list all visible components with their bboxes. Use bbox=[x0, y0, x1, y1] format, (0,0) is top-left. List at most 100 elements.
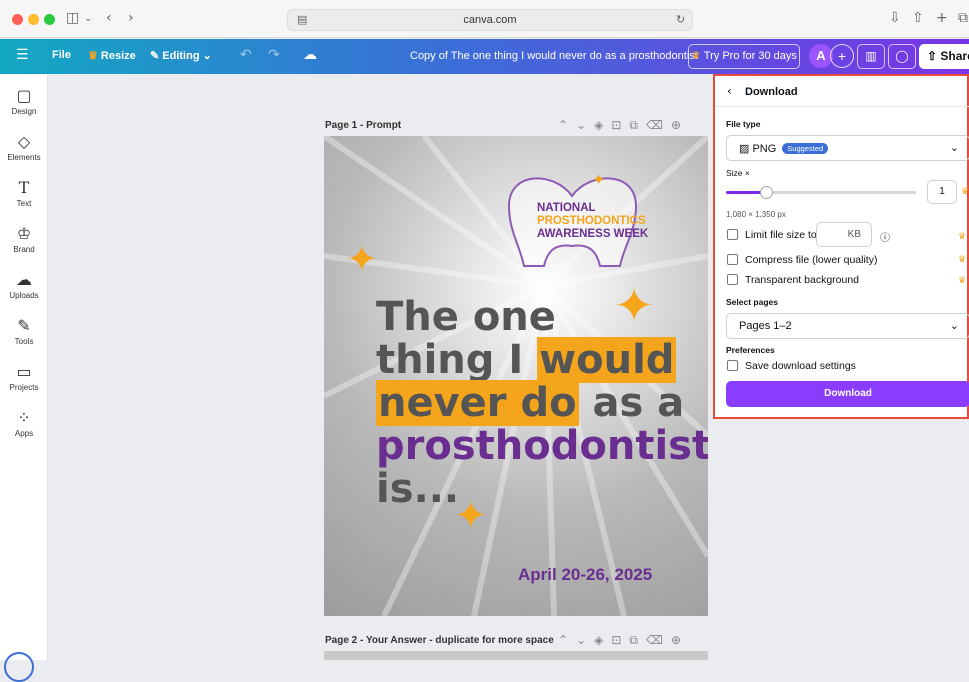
shapes-icon: ◇ bbox=[17, 132, 31, 151]
headline-line-3b: as a bbox=[578, 380, 685, 426]
forward-arrow-icon[interactable]: › bbox=[128, 10, 134, 26]
downloads-icon[interactable]: ⇩ bbox=[889, 10, 901, 26]
file-type-value: PNG bbox=[752, 143, 777, 155]
compress-option[interactable]: Compress file (lower quality) bbox=[727, 254, 877, 266]
maximize-window-button[interactable] bbox=[44, 14, 55, 25]
cloud-saved-icon[interactable]: ☁ bbox=[303, 47, 317, 63]
editing-label: Editing bbox=[162, 50, 200, 62]
undo-icon[interactable]: ↶ bbox=[240, 47, 252, 63]
chevron-down-icon[interactable]: ⌄ bbox=[84, 13, 92, 24]
chevron-up-icon[interactable]: ⌃ bbox=[558, 118, 576, 132]
transparent-background-option[interactable]: Transparent background bbox=[727, 274, 859, 286]
try-pro-label: Try Pro for 30 days bbox=[703, 50, 797, 62]
size-slider[interactable] bbox=[726, 186, 916, 199]
pen-icon: ✎ bbox=[17, 316, 31, 335]
hide-page-icon[interactable]: ◈ bbox=[594, 633, 611, 647]
sidebar-item-elements[interactable]: ◇ Elements bbox=[0, 132, 48, 162]
page-title: Page 1 - Prompt bbox=[325, 120, 402, 131]
lock-icon[interactable]: ⊡ bbox=[611, 118, 629, 132]
resize-button[interactable]: ♛ Resize bbox=[88, 49, 136, 62]
comment-icon[interactable]: ◯ bbox=[888, 44, 916, 69]
try-pro-button[interactable]: ♛ Try Pro for 30 days bbox=[688, 44, 800, 69]
sidebar-label: Brand bbox=[13, 245, 35, 254]
duplicate-icon[interactable]: ⧉ bbox=[629, 118, 646, 132]
file-menu[interactable]: File bbox=[52, 49, 71, 61]
sidebar-item-apps[interactable]: ⁘ Apps bbox=[0, 408, 48, 438]
address-bar[interactable]: ▤ canva.com ↻ bbox=[287, 9, 693, 31]
add-collaborator-button[interactable]: + bbox=[830, 44, 854, 68]
editing-mode-button[interactable]: ✎ Editing ⌄ bbox=[150, 49, 212, 62]
sidebar-label: Projects bbox=[9, 383, 39, 392]
transparent-background-checkbox[interactable] bbox=[727, 274, 738, 285]
sidebar-item-brand[interactable]: ♔ Brand bbox=[0, 224, 48, 254]
text-icon: T bbox=[18, 178, 30, 197]
share-button[interactable]: ⇧ Share bbox=[919, 44, 969, 69]
share-icon: ⇧ bbox=[927, 49, 941, 63]
sidebar-label: Elements bbox=[7, 153, 41, 162]
file-type-select[interactable]: ▨ PNG Suggested ⌄ bbox=[726, 135, 969, 161]
limit-file-size-option[interactable]: Limit file size to bbox=[727, 229, 817, 241]
back-chevron-icon[interactable]: ‹ bbox=[727, 84, 732, 98]
lock-icon[interactable]: ⊡ bbox=[611, 633, 629, 647]
sidebar-item-uploads[interactable]: ☁ Uploads bbox=[0, 270, 48, 300]
compress-checkbox[interactable] bbox=[727, 254, 738, 265]
brand-line-1: NATIONAL bbox=[537, 202, 596, 214]
size-input[interactable]: 1 bbox=[927, 180, 957, 204]
hamburger-icon[interactable]: ☰ bbox=[16, 47, 29, 63]
tab-overview-icon[interactable]: ⧉ bbox=[958, 10, 968, 26]
limit-file-size-checkbox[interactable] bbox=[727, 229, 738, 240]
duplicate-icon[interactable]: ⧉ bbox=[629, 633, 646, 647]
crown-icon: ♛ bbox=[958, 255, 967, 265]
save-settings-option[interactable]: Save download settings bbox=[727, 360, 856, 372]
headline-line-1: The one bbox=[376, 294, 556, 340]
sidebar-item-text[interactable]: T Text bbox=[0, 178, 48, 208]
info-icon[interactable]: ⓘ bbox=[880, 229, 890, 244]
minimize-window-button[interactable] bbox=[28, 14, 39, 25]
sidebar-label: Apps bbox=[14, 429, 34, 438]
sidebar-toggle-icon[interactable]: ◫ bbox=[66, 10, 79, 26]
sidebar-label: Design bbox=[11, 107, 37, 116]
trash-icon[interactable]: ⌫ bbox=[646, 118, 671, 132]
redo-icon[interactable]: ↷ bbox=[268, 47, 280, 63]
crown-icon: ♛ bbox=[958, 232, 967, 242]
help-button[interactable] bbox=[4, 652, 34, 682]
size-slider-handle[interactable] bbox=[759, 186, 773, 199]
add-page-icon[interactable]: ⊕ bbox=[671, 633, 689, 647]
back-arrow-icon[interactable]: ‹ bbox=[106, 10, 112, 26]
trash-icon[interactable]: ⌫ bbox=[646, 633, 671, 647]
reload-icon[interactable]: ↻ bbox=[676, 13, 685, 26]
file-size-input[interactable]: KB bbox=[816, 222, 872, 247]
headline-line-5: is... bbox=[376, 466, 460, 512]
save-settings-label: Save download settings bbox=[745, 360, 856, 372]
dimensions-text: 1,080 × 1,350 px bbox=[726, 210, 786, 219]
share-sheet-icon[interactable]: ⇧ bbox=[912, 10, 924, 26]
chevron-up-icon[interactable]: ⌃ bbox=[558, 633, 576, 647]
chevron-down-icon: ⌄ bbox=[199, 50, 212, 62]
sparkle-icon: ✦ bbox=[346, 237, 378, 281]
sidebar-label: Text bbox=[16, 199, 32, 208]
document-title[interactable]: Copy of The one thing I would never do a… bbox=[410, 50, 698, 62]
headline: The one thing I would never do as a pros… bbox=[376, 296, 708, 511]
chevron-down-icon[interactable]: ⌄ bbox=[576, 633, 594, 647]
sidebar-item-projects[interactable]: ▭ Projects bbox=[0, 362, 48, 392]
sidebar-item-tools[interactable]: ✎ Tools bbox=[0, 316, 48, 346]
design-canvas-page-2[interactable] bbox=[324, 651, 708, 660]
design-canvas[interactable]: NATIONAL PROSTHODONTICS AWARENESS WEEK ✦… bbox=[324, 136, 708, 616]
browser-toolbar: ◫ ⌄ ‹ › ▤ canva.com ↻ ⇩ ⇧ + ⧉ bbox=[0, 0, 969, 38]
add-page-icon[interactable]: ⊕ bbox=[671, 118, 689, 132]
close-window-button[interactable] bbox=[12, 14, 23, 25]
sidebar-item-design[interactable]: ▢ Design bbox=[0, 86, 48, 116]
save-settings-checkbox[interactable] bbox=[727, 360, 738, 371]
pencil-icon: ✎ bbox=[150, 50, 163, 62]
brand-line-3: AWARENESS WEEK bbox=[537, 228, 649, 240]
chevron-down-icon[interactable]: ⌄ bbox=[576, 118, 594, 132]
transparent-background-label: Transparent background bbox=[745, 274, 860, 286]
new-tab-icon[interactable]: + bbox=[936, 10, 948, 26]
pages-select[interactable]: Pages 1–2 ⌄ bbox=[726, 313, 969, 339]
resize-label: Resize bbox=[100, 50, 136, 62]
insights-chart-icon[interactable]: ▥ bbox=[857, 44, 885, 69]
download-button[interactable]: Download bbox=[726, 381, 969, 407]
select-pages-heading: Select pages bbox=[726, 297, 778, 307]
hide-page-icon[interactable]: ◈ bbox=[594, 118, 611, 132]
crown-icon: ♛ bbox=[691, 50, 704, 62]
